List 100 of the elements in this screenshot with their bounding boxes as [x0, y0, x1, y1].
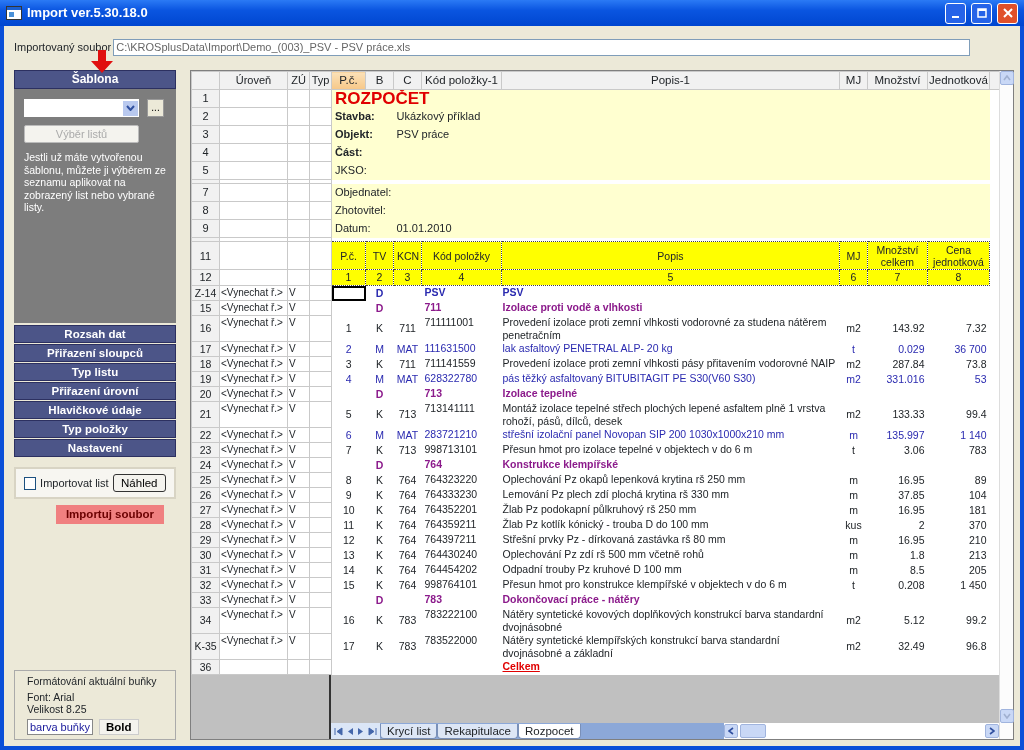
- table-cell: V: [287, 442, 310, 458]
- panel-header[interactable]: Šablona: [14, 70, 176, 89]
- table-cell: Střešní prvky Pz - dírkovaná zastávka rš 80 mm: [501, 532, 840, 548]
- step-button[interactable]: Rozsah dat: [14, 325, 176, 343]
- column-header[interactable]: Typ: [309, 71, 332, 90]
- table-cell: 11: [331, 517, 366, 533]
- table-cell: V: [287, 532, 310, 548]
- table-cell: m2: [839, 607, 868, 634]
- step-button[interactable]: Nastavení: [14, 439, 176, 457]
- table-cell: 9: [331, 487, 366, 503]
- table-cell: 783522000: [421, 633, 502, 660]
- row-header[interactable]: 21: [191, 401, 220, 428]
- table-cell: 783: [393, 633, 422, 660]
- table-cell: m: [839, 547, 868, 563]
- table-header-cell: MJ: [839, 241, 868, 270]
- close-icon: [1002, 8, 1013, 18]
- table-cell: 764323220: [421, 472, 502, 488]
- scroll-thumb[interactable]: [740, 724, 766, 738]
- column-header[interactable]: Popis-1: [501, 71, 840, 90]
- table-cell: <Vynechat ř.>: [219, 547, 288, 563]
- table-cell: 764: [393, 487, 422, 503]
- table-cell: 36 700: [927, 341, 990, 357]
- chevron-up-icon: [1003, 75, 1011, 81]
- table-cell: 764430240: [421, 547, 502, 563]
- table-cell: 1.8: [867, 547, 928, 563]
- font-info: Font: Arial: [27, 691, 76, 703]
- table-header-cell: Množství celkem: [867, 241, 928, 270]
- chevron-left-icon: [728, 727, 734, 735]
- table-cell: 8: [331, 472, 366, 488]
- table-cell: 6: [331, 427, 366, 443]
- column-header[interactable]: Jednotková: [927, 71, 990, 90]
- sheet-tab[interactable]: Rekapitulace: [437, 724, 518, 739]
- checkbox[interactable]: [24, 476, 37, 490]
- close-button[interactable]: [997, 2, 1018, 24]
- chevron-down-icon: [1003, 713, 1011, 719]
- column-header[interactable]: Množství: [867, 71, 928, 90]
- table-header-cell: Cena jednotková: [927, 241, 990, 270]
- previous-sheet-icon[interactable]: [346, 726, 354, 736]
- row-header[interactable]: 34: [191, 607, 220, 634]
- table-cell: 783: [927, 442, 990, 458]
- bold-button[interactable]: Bold: [98, 719, 139, 735]
- first-sheet-icon[interactable]: [334, 726, 343, 736]
- table-cell: K: [365, 562, 394, 578]
- table-cell: M: [365, 341, 394, 357]
- horizontal-scrollbar[interactable]: [724, 723, 999, 739]
- table-cell: <Vynechat ř.>: [219, 592, 288, 608]
- minimize-button[interactable]: [945, 2, 966, 24]
- file-path-field[interactable]: C:\KROSplusData\Import\Demo_(003)_PSV - PSV práce.xls: [113, 38, 970, 56]
- table-cell: V: [287, 547, 310, 563]
- table-cell: 713141111: [421, 401, 502, 428]
- table-cell: V: [287, 341, 310, 357]
- table-cell: K: [365, 356, 394, 372]
- table-cell: 135.997: [867, 427, 928, 443]
- row-header[interactable]: K-35: [191, 633, 220, 660]
- vertical-scrollbar[interactable]: [999, 71, 1013, 739]
- step-button[interactable]: Typ položky: [14, 420, 176, 438]
- table-cell: K: [365, 487, 394, 503]
- maximize-button[interactable]: [971, 2, 992, 24]
- step-button[interactable]: Hlavičkové údaje: [14, 401, 176, 419]
- table-cell: Provedení izolace proti zemní vlhkosti vodorovné za studena nátěrem penetračním: [501, 315, 840, 342]
- table-header-cell: KCN: [393, 241, 422, 270]
- table-cell: 0.208: [867, 577, 928, 593]
- table-cell: 53: [927, 371, 990, 387]
- table-cell: m2: [839, 633, 868, 660]
- step-button[interactable]: Přiřazení sloupců: [14, 344, 176, 362]
- table-cell: Izolace proti vodě a vlhkosti: [501, 300, 840, 316]
- column-header[interactable]: C: [393, 71, 422, 90]
- column-header[interactable]: ZÚ: [287, 71, 310, 90]
- column-header[interactable]: Kód položky-1: [421, 71, 502, 90]
- column-header[interactable]: P.č.: [331, 71, 366, 90]
- table-cell: 711: [393, 356, 422, 372]
- maximize-icon: [976, 8, 987, 18]
- table-cell: Oplechování Pz zdí rš 500 mm včetně rohů: [501, 547, 840, 563]
- table-cell: V: [287, 356, 310, 372]
- table-cell: 181: [927, 502, 990, 518]
- table-cell: 628322780: [421, 371, 502, 387]
- table-cell: 213: [927, 547, 990, 563]
- app-window-icon: [6, 6, 22, 20]
- import-button[interactable]: Importuj soubor: [56, 505, 164, 524]
- table-cell: <Vynechat ř.>: [219, 356, 288, 372]
- active-cell[interactable]: [331, 285, 366, 301]
- column-header[interactable]: MJ: [839, 71, 868, 90]
- sheet-tab[interactable]: Rozpocet: [517, 724, 581, 739]
- column-header[interactable]: Úroveň: [219, 71, 288, 90]
- row-header[interactable]: 16: [191, 315, 220, 342]
- table-cell: V: [287, 285, 310, 301]
- table-cell: V: [287, 607, 310, 634]
- next-sheet-icon[interactable]: [357, 726, 365, 736]
- column-header[interactable]: B: [365, 71, 394, 90]
- preview-button[interactable]: Náhled: [112, 474, 166, 492]
- cell-color-button[interactable]: barva buňky: [27, 719, 93, 735]
- step-button[interactable]: Typ listu: [14, 363, 176, 381]
- table-cell: V: [287, 371, 310, 387]
- table-cell: 713: [421, 386, 502, 402]
- table-cell: V: [287, 315, 310, 342]
- step-button[interactable]: Přiřazení úrovní: [14, 382, 176, 400]
- row-header[interactable]: 11: [191, 241, 220, 270]
- sheet-tab[interactable]: Krycí list: [380, 724, 438, 739]
- last-sheet-icon[interactable]: [368, 726, 377, 736]
- browse-button[interactable]: ...: [147, 99, 164, 117]
